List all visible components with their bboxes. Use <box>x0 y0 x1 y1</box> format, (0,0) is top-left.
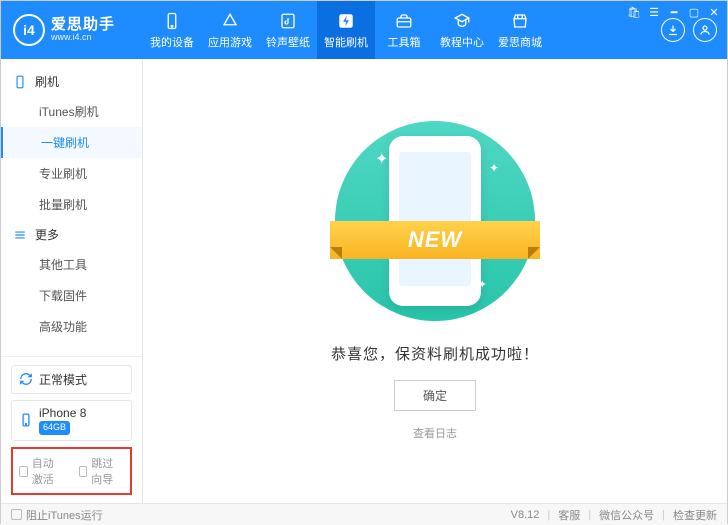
refresh-icon <box>19 372 33 386</box>
menu-icon[interactable]: ☰ <box>647 5 661 19</box>
phone-icon <box>19 413 33 427</box>
user-circle-icon[interactable] <box>693 18 717 42</box>
success-message: 恭喜您，保资料刷机成功啦！ <box>331 343 539 364</box>
sidebar: 刷机iTunes刷机一键刷机专业刷机批量刷机更多其他工具下载固件高级功能 正常模… <box>1 59 143 503</box>
apps-icon <box>220 11 240 31</box>
sidebar-item[interactable]: 其他工具 <box>1 249 142 280</box>
sidebar-item[interactable]: iTunes刷机 <box>1 96 142 127</box>
block-itunes-checkbox[interactable]: 阻止iTunes运行 <box>11 507 103 523</box>
brand-url: www.i4.cn <box>51 33 115 43</box>
download-circle-icon[interactable] <box>661 18 685 42</box>
ok-button[interactable]: 确定 <box>394 380 476 411</box>
status-bar: 阻止iTunes运行 V8.12 | 客服 | 微信公众号 | 检查更新 <box>1 503 727 525</box>
nav-store[interactable]: 爱思商城 <box>491 1 549 59</box>
device-info[interactable]: iPhone 8 64GB <box>11 400 132 441</box>
nav-tutorial[interactable]: 教程中心 <box>433 1 491 59</box>
main-area: 刷机iTunes刷机一键刷机专业刷机批量刷机更多其他工具下载固件高级功能 正常模… <box>1 59 727 503</box>
sidebar-item[interactable]: 一键刷机 <box>1 127 142 158</box>
nav-toolbox[interactable]: 工具箱 <box>375 1 433 59</box>
wechat-link[interactable]: 微信公众号 <box>599 507 654 523</box>
music-icon <box>278 11 298 31</box>
cart-icon[interactable]: 🛍 <box>627 5 641 19</box>
sidebar-item[interactable]: 批量刷机 <box>1 189 142 220</box>
highlighted-options: 自动激活 跳过向导 <box>11 447 132 495</box>
skip-wizard-checkbox[interactable]: 跳过向导 <box>79 455 125 487</box>
sparkle-icon: ✦ <box>489 161 499 175</box>
sidebar-footer: 正常模式 iPhone 8 64GB 自动激活 跳过向导 <box>1 356 142 503</box>
phone-icon <box>162 11 182 31</box>
sidebar-item[interactable]: 高级功能 <box>1 311 142 342</box>
toolbox-icon <box>394 11 414 31</box>
nav-apps[interactable]: 应用游戏 <box>201 1 259 59</box>
minimize-icon[interactable]: ━ <box>667 5 681 19</box>
device-icon <box>13 75 27 89</box>
update-link[interactable]: 检查更新 <box>673 507 717 523</box>
support-link[interactable]: 客服 <box>558 507 580 523</box>
tutorial-icon <box>452 11 472 31</box>
window-controls: 🛍 ☰ ━ ▢ ✕ <box>627 5 721 19</box>
view-log-link[interactable]: 查看日志 <box>413 425 457 441</box>
brand-logo: i4 爱思助手 www.i4.cn <box>1 1 143 59</box>
sidebar-section-0: 刷机 <box>1 67 142 96</box>
top-nav: 我的设备应用游戏铃声壁纸智能刷机工具箱教程中心爱思商城 <box>143 1 661 59</box>
sidebar-section-1: 更多 <box>1 220 142 249</box>
device-name: iPhone 8 <box>39 406 86 422</box>
content-panel: ✦ ✦ ✦ NEW 恭喜您，保资料刷机成功啦！ 确定 查看日志 <box>143 59 727 503</box>
mode-label: 正常模式 <box>39 371 87 388</box>
close-icon[interactable]: ✕ <box>707 5 721 19</box>
nav-flash[interactable]: 智能刷机 <box>317 1 375 59</box>
logo-mark: i4 <box>13 14 45 46</box>
auto-activate-checkbox[interactable]: 自动激活 <box>19 455 65 487</box>
flash-icon <box>336 11 356 31</box>
more-icon <box>13 228 27 242</box>
nav-music[interactable]: 铃声壁纸 <box>259 1 317 59</box>
storage-badge: 64GB <box>39 421 70 435</box>
sparkle-icon: ✦ <box>375 149 388 169</box>
device-mode[interactable]: 正常模式 <box>11 365 132 394</box>
sidebar-item[interactable]: 下载固件 <box>1 280 142 311</box>
brand-name: 爱思助手 <box>51 17 115 34</box>
version-label: V8.12 <box>511 509 540 521</box>
new-ribbon: NEW <box>330 221 540 259</box>
app-header: i4 爱思助手 www.i4.cn 我的设备应用游戏铃声壁纸智能刷机工具箱教程中… <box>1 1 727 59</box>
success-illustration: ✦ ✦ ✦ NEW <box>335 121 535 321</box>
sidebar-item[interactable]: 专业刷机 <box>1 158 142 189</box>
nav-phone[interactable]: 我的设备 <box>143 1 201 59</box>
maximize-icon[interactable]: ▢ <box>687 5 701 19</box>
store-icon <box>510 11 530 31</box>
